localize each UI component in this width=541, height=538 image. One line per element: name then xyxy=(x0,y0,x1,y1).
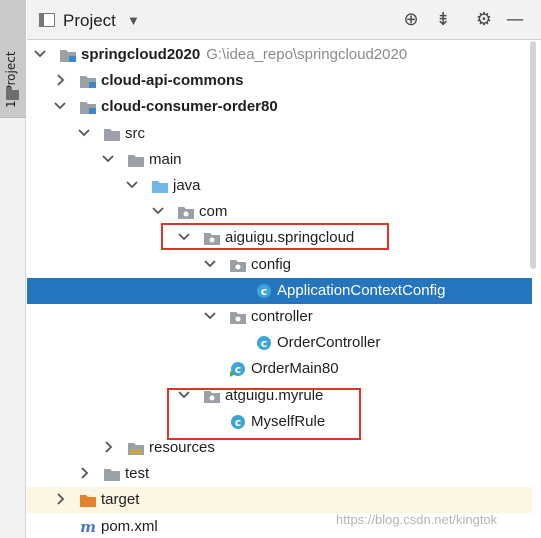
collapse-all-icon[interactable]: ⇟ xyxy=(432,9,454,31)
view-dropdown-icon[interactable]: ▼ xyxy=(127,13,140,28)
tree-node-label: ApplicationContextConfig xyxy=(277,281,446,299)
tree-node-applicationcontextconfig[interactable]: c ApplicationContextConfig xyxy=(27,277,532,304)
highlight-box xyxy=(161,223,389,250)
excluded-folder-icon xyxy=(79,492,97,508)
settings-gear-icon[interactable]: ⚙ xyxy=(473,9,495,31)
hide-icon[interactable]: — xyxy=(504,9,526,31)
class-icon: c xyxy=(255,335,273,351)
expand-arrow-down-icon[interactable] xyxy=(125,177,139,193)
watermark: https://blog.csdn.net/kingtok xyxy=(336,512,498,527)
tree-node-cloud-api-commons[interactable]: cloud-api-commons xyxy=(27,68,532,94)
tree-node-test[interactable]: test xyxy=(27,461,532,487)
tree-node-label: OrderMain80 xyxy=(251,360,339,378)
svg-text:m: m xyxy=(80,519,96,535)
tree-node-target[interactable]: target xyxy=(27,487,532,514)
project-view-icon xyxy=(39,13,55,27)
expand-arrow-right-icon[interactable] xyxy=(101,439,115,455)
tree-node-label: java xyxy=(173,177,201,194)
expand-arrow-down-icon[interactable] xyxy=(203,256,217,272)
expand-arrow-right-icon[interactable] xyxy=(53,72,67,88)
svg-text:c: c xyxy=(261,337,268,350)
svg-text:c: c xyxy=(235,363,242,376)
tree-node-config[interactable]: config xyxy=(27,252,532,278)
folder-icon xyxy=(103,466,121,482)
module-path: G:\idea_repo\springcloud2020 xyxy=(206,46,408,63)
expand-arrow-right-icon[interactable] xyxy=(53,491,67,507)
project-tool-tab[interactable]: 1: Project xyxy=(0,0,26,118)
tool-window-title[interactable]: Project xyxy=(63,11,116,31)
expand-arrow-down-icon[interactable] xyxy=(53,98,67,114)
module-folder-icon xyxy=(79,99,97,115)
tree-node-springcloud2020[interactable]: springcloud2020 G:\idea_repo\springcloud2… xyxy=(27,42,532,68)
tree-node-label-group: springcloud2020 G:\idea_repo\springcloud2… xyxy=(81,46,407,63)
tree-node-label: main xyxy=(149,150,182,168)
tree-node-label: src xyxy=(125,124,145,142)
vertical-scrollbar[interactable] xyxy=(530,41,536,269)
expand-arrow-down-icon[interactable] xyxy=(101,151,115,167)
class-icon: c xyxy=(255,283,273,299)
tree-node-com[interactable]: com xyxy=(27,199,532,225)
svg-text:c: c xyxy=(261,285,268,298)
tree-node-java[interactable]: java xyxy=(27,173,532,199)
highlight-box xyxy=(167,388,361,440)
tree-node-label: controller xyxy=(251,308,313,325)
resources-folder-icon xyxy=(127,440,145,456)
tree-node-src[interactable]: src xyxy=(27,121,532,147)
tree-node-ordercontroller[interactable]: c OrderController xyxy=(27,330,532,356)
tree-node-controller[interactable]: controller xyxy=(27,304,532,330)
module-folder-icon xyxy=(59,47,77,63)
project-tool-header: Project ▼ ⊕ ⇟ ⚙ — xyxy=(27,0,541,40)
module-folder-icon xyxy=(79,73,97,89)
tree-node-label: cloud-consumer-order80 xyxy=(101,98,278,116)
source-root-icon xyxy=(151,178,169,194)
tree-node-label: target xyxy=(101,491,140,509)
tree-node-label: OrderController xyxy=(277,334,381,352)
locate-icon[interactable]: ⊕ xyxy=(400,9,422,31)
expand-arrow-right-icon[interactable] xyxy=(77,465,91,481)
folder-icon xyxy=(6,87,19,100)
expand-arrow-down-icon[interactable] xyxy=(33,46,47,62)
folder-icon xyxy=(127,152,145,168)
tool-window-stripe: 1: Project xyxy=(0,0,26,538)
tree-node-label: com xyxy=(199,203,228,221)
tree-node-label: springcloud2020 xyxy=(81,46,201,63)
tree-node-label: cloud-api-commons xyxy=(101,72,244,90)
tree-node-label: test xyxy=(125,465,150,483)
tree-node-main[interactable]: main xyxy=(27,147,532,173)
tree-node-label: resources xyxy=(149,439,215,456)
expand-arrow-down-icon[interactable] xyxy=(151,203,165,219)
package-icon xyxy=(177,204,195,220)
package-icon xyxy=(229,309,247,325)
maven-file-icon: m xyxy=(79,518,97,536)
tree-node-label: pom.xml xyxy=(101,517,158,535)
main-class-icon: c xyxy=(229,361,247,378)
expand-arrow-down-icon[interactable] xyxy=(203,308,217,324)
tree-node-cloud-consumer-order80[interactable]: cloud-consumer-order80 xyxy=(27,94,532,120)
folder-icon xyxy=(103,126,121,142)
tree-node-label: config xyxy=(251,255,292,273)
tree-node-ordermain80[interactable]: c OrderMain80 xyxy=(27,356,532,382)
package-icon xyxy=(229,257,247,273)
project-tree[interactable]: springcloud2020 G:\idea_repo\springcloud2… xyxy=(27,41,541,538)
expand-arrow-down-icon[interactable] xyxy=(77,125,91,141)
